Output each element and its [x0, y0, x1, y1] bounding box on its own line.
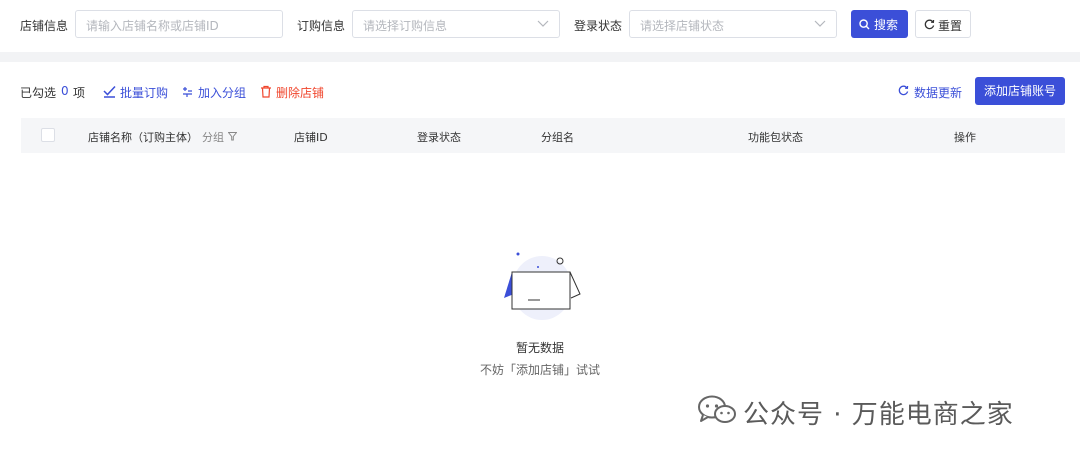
search-icon [859, 19, 870, 30]
order-info-placeholder: 请选择订购信息 [363, 19, 448, 33]
refresh-icon [924, 19, 935, 30]
reset-button-label: 重置 [938, 19, 963, 33]
check-icon [103, 85, 116, 98]
search-button[interactable]: 搜索 [851, 10, 908, 38]
filter-icon[interactable] [228, 132, 237, 141]
login-status-label: 登录状态 [574, 19, 623, 33]
store-info-input[interactable]: 请输入店铺名称或店铺ID [75, 10, 283, 38]
store-info-placeholder: 请输入店铺名称或店铺ID [86, 19, 219, 33]
watermark-text: 公众号 · 万能电商之家 [743, 400, 1014, 430]
order-info-label: 订购信息 [297, 19, 346, 33]
selected-suffix: 项 [73, 86, 86, 100]
selected-count: 0 [61, 84, 69, 98]
empty-box-icon [504, 252, 581, 320]
filter-bar: 店铺信息 请输入店铺名称或店铺ID 订购信息 请选择订购信息 登录状态 请选择店… [0, 0, 1080, 52]
search-button-label: 搜索 [874, 18, 899, 32]
selected-prefix: 已勾选 [20, 86, 57, 100]
col-store-name: 店铺名称（订购主体） [88, 131, 198, 144]
login-status-select[interactable]: 请选择店铺状态 [629, 10, 837, 38]
refresh-data-link[interactable]: 数据更新 [914, 84, 962, 101]
col-login-status: 登录状态 [417, 131, 461, 144]
select-all-checkbox[interactable] [41, 128, 55, 142]
col-feature-pack-status: 功能包状态 [748, 131, 803, 144]
empty-state-subtitle: 不妨「添加店铺」试试 [479, 363, 600, 377]
store-info-label: 店铺信息 [20, 19, 69, 33]
table-header: 店铺名称（订购主体） 分组 店铺ID 登录状态 分组名 功能包状态 操作 [21, 118, 1065, 153]
reset-button[interactable]: 重置 [915, 10, 971, 38]
col-group-name: 分组名 [541, 131, 574, 144]
add-store-account-button[interactable]: 添加店铺账号 [975, 77, 1065, 105]
col-group-filter[interactable]: 分组 [202, 129, 224, 145]
login-status-placeholder: 请选择店铺状态 [640, 19, 725, 33]
trash-icon [261, 85, 271, 98]
empty-state-title: 暂无数据 [515, 341, 564, 355]
chevron-down-icon [537, 20, 549, 27]
chevron-down-icon [814, 20, 826, 27]
delete-store-link[interactable]: 删除店铺 [276, 84, 324, 101]
order-info-select[interactable]: 请选择订购信息 [352, 10, 560, 38]
add-group-link[interactable]: 加入分组 [198, 84, 246, 101]
batch-order-link[interactable]: 批量订购 [120, 84, 168, 101]
refresh-icon [898, 85, 909, 96]
wechat-icon [698, 395, 736, 423]
col-store-id: 店铺ID [294, 131, 328, 144]
add-group-icon [183, 87, 192, 97]
col-actions: 操作 [954, 131, 976, 144]
